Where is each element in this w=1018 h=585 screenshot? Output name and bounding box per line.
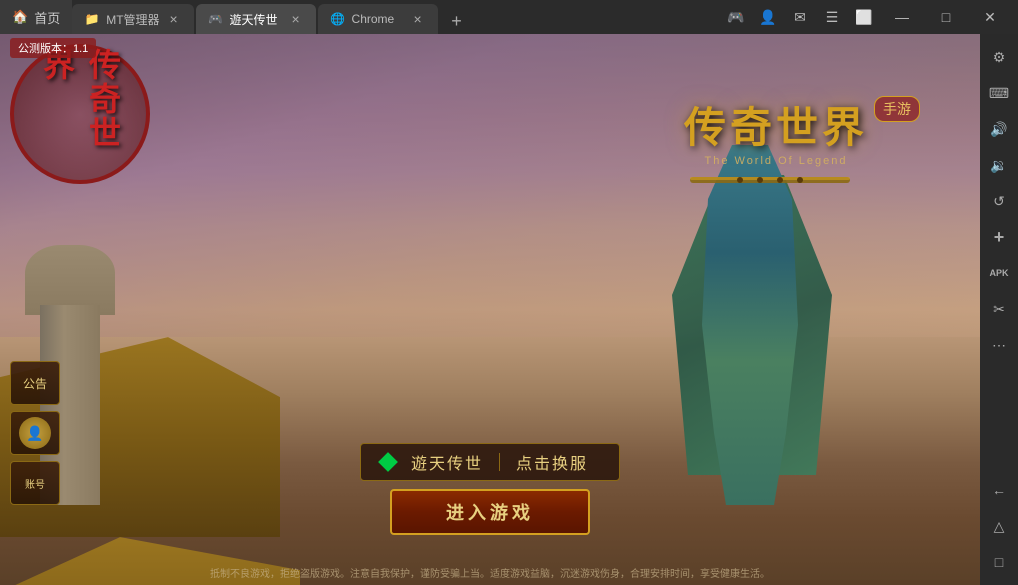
disclaimer-text: 抵制不良游戏，拒绝盗版游戏。注意自我保护，谨防受骗上当。适度游戏益脑，沉迷游戏伤…: [0, 565, 980, 580]
top-banner: 公测版本：1.1: [10, 38, 96, 58]
home-button[interactable]: △: [984, 511, 1014, 541]
tab-yitian-label: 遊天传世: [230, 11, 278, 28]
window-close-button[interactable]: ✕: [970, 0, 1010, 34]
apk-button[interactable]: APK: [984, 258, 1014, 288]
character-flute: [680, 165, 860, 195]
keyboard-button[interactable]: ⌨: [984, 78, 1014, 108]
back-button[interactable]: ←: [984, 475, 1014, 505]
enter-game-button[interactable]: 进入游戏: [390, 489, 590, 535]
tab-chrome-label: Chrome: [352, 12, 395, 26]
chrome-icon: 🌐: [330, 11, 346, 27]
game-logo-left: 传奇世界: [10, 44, 190, 224]
tab-mt-manager-label: MT管理器: [106, 11, 159, 28]
tab-chrome-close[interactable]: ×: [410, 11, 426, 27]
tab-yitian-close[interactable]: ×: [288, 11, 304, 27]
settings-button[interactable]: ⚙: [984, 42, 1014, 72]
home-tab-label: 首页: [34, 8, 60, 27]
logo-badge: 手游: [874, 96, 920, 122]
home-tab[interactable]: 🏠 首页: [0, 0, 72, 34]
new-tab-button[interactable]: +: [444, 8, 470, 34]
volume-down-button[interactable]: 🔉: [984, 150, 1014, 180]
logo-main-text: 传奇世界: [34, 48, 126, 180]
scissors-button[interactable]: ✂: [984, 294, 1014, 324]
server-change-button[interactable]: 点击换服: [516, 450, 588, 474]
ctrl-gamepad[interactable]: 🎮: [722, 3, 750, 31]
server-name-label: 遊天传世: [411, 450, 483, 474]
add-button[interactable]: +: [984, 222, 1014, 252]
game-logo-right: 传奇世界 The World Of Legend 手游: [684, 94, 920, 167]
diamond-icon: [378, 452, 398, 472]
titlebar: 🏠 首页 📁 MT管理器 × 🎮 遊天传世 × 🌐 Chrome × + 🎮 👤…: [0, 0, 1018, 34]
volume-up-button[interactable]: 🔊: [984, 114, 1014, 144]
ctrl-menu[interactable]: ☰: [818, 3, 846, 31]
game-area: 公测版本：1.1 传奇世界 传奇世界 The World Of Legend 手…: [0, 34, 980, 585]
ctrl-user[interactable]: 👤: [754, 3, 782, 31]
window-minimize-button[interactable]: —: [882, 0, 922, 34]
logo-right-subtitle: The World Of Legend: [684, 155, 868, 167]
server-bar[interactable]: 遊天传世 点击换服: [360, 443, 620, 481]
tab-yitian[interactable]: 🎮 遊天传世 ×: [196, 4, 316, 34]
refresh-button[interactable]: ↺: [984, 186, 1014, 216]
ctrl-display[interactable]: ⬜: [850, 3, 878, 31]
logo-circle: 传奇世界: [10, 44, 150, 184]
yitian-icon: 🎮: [208, 11, 224, 27]
tab-mt-manager[interactable]: 📁 MT管理器 ×: [72, 4, 193, 34]
window-controls: 🎮 👤 ✉ ☰ ⬜ — □ ✕: [714, 0, 1018, 34]
ctrl-mail[interactable]: ✉: [786, 3, 814, 31]
home-icon: 🏠: [12, 9, 28, 25]
tab-chrome[interactable]: 🌐 Chrome ×: [318, 4, 438, 34]
logo-right-main: 传奇世界: [684, 94, 868, 155]
bottom-ui: 遊天传世 点击换服 进入游戏: [0, 443, 980, 535]
more-button[interactable]: ⋯: [984, 330, 1014, 360]
tab-mt-manager-close[interactable]: ×: [166, 11, 182, 27]
announcement-label: 公告: [23, 375, 47, 392]
window-maximize-button[interactable]: □: [926, 0, 966, 34]
right-sidebar: ⚙ ⌨ 🔊 🔉 ↺ + APK ✂ ⋯ ← △ □: [980, 34, 1018, 585]
server-divider: [499, 453, 500, 471]
recents-button[interactable]: □: [984, 547, 1014, 577]
logo-right-title-text: 传奇世界 The World Of Legend: [684, 94, 868, 167]
announcement-button[interactable]: 公告: [10, 361, 60, 405]
mt-manager-icon: 📁: [84, 11, 100, 27]
tabs-container: 📁 MT管理器 × 🎮 遊天传世 × 🌐 Chrome × +: [72, 0, 714, 34]
top-banner-text: 公测版本：1.1: [18, 43, 88, 55]
